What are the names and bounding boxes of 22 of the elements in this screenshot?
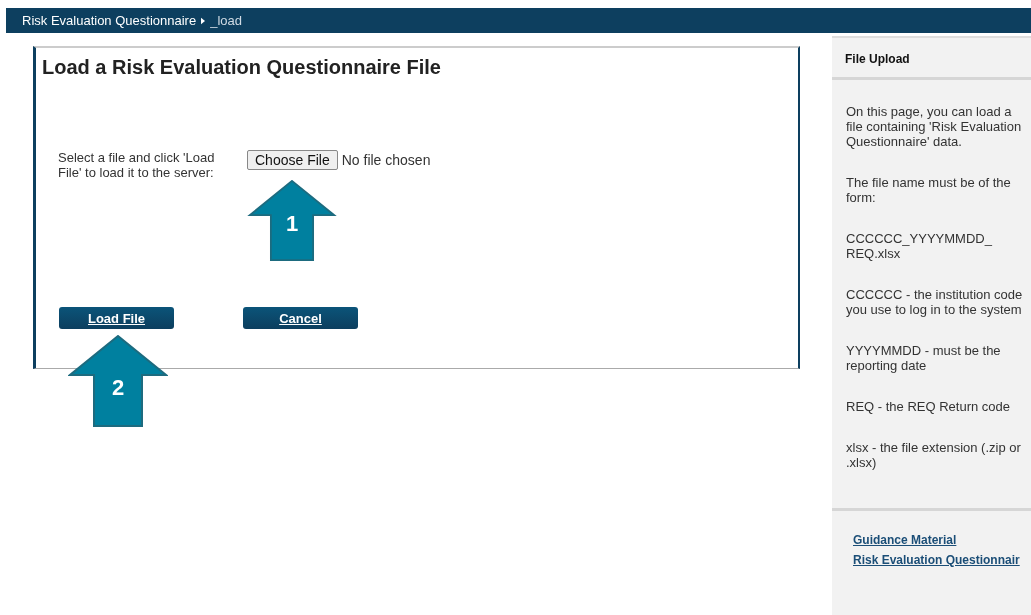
up-arrow-icon [68,335,168,427]
choose-file-button[interactable]: Choose File [247,150,338,170]
cancel-button[interactable]: Cancel [243,307,358,329]
sidebar-link[interactable]: Risk Evaluation Questionnair [853,553,1020,567]
instruction-text: Select a file and click 'Load File' to load it to the server: [58,150,216,180]
help-text: CCCCCC - the institution code you use to log in to the system [846,287,1024,317]
chevron-icon [201,16,206,25]
help-text: xlsx - the file extension (.zip or .xlsx) [846,440,1022,470]
help-text: REQ - the REQ Return code [846,399,1011,414]
help-text: CCCCCC_YYYYMMDD_ REQ.xlsx [846,231,993,261]
step-number: 2 [110,375,126,402]
step-number: 1 [284,210,300,237]
help-text: YYYYMMDD - must be the reporting date [846,343,1002,373]
load-file-button[interactable]: Load File [59,307,174,329]
help-text: On this page, you can load a file containing 'Risk Evaluation Questionnaire' data. [846,104,1023,149]
file-status: No file chosen [341,151,431,168]
sidebar-title: File Upload [832,36,1031,80]
page-title: Load a Risk Evaluation Questionnaire File [42,56,442,79]
breadcrumb-link[interactable]: _load [210,13,242,28]
sidebar-link[interactable]: Guidance Material [853,533,957,547]
breadcrumb-link[interactable]: Risk Evaluation Questionnaire [22,13,197,28]
help-text: The file name must be of the form: [846,175,1012,205]
